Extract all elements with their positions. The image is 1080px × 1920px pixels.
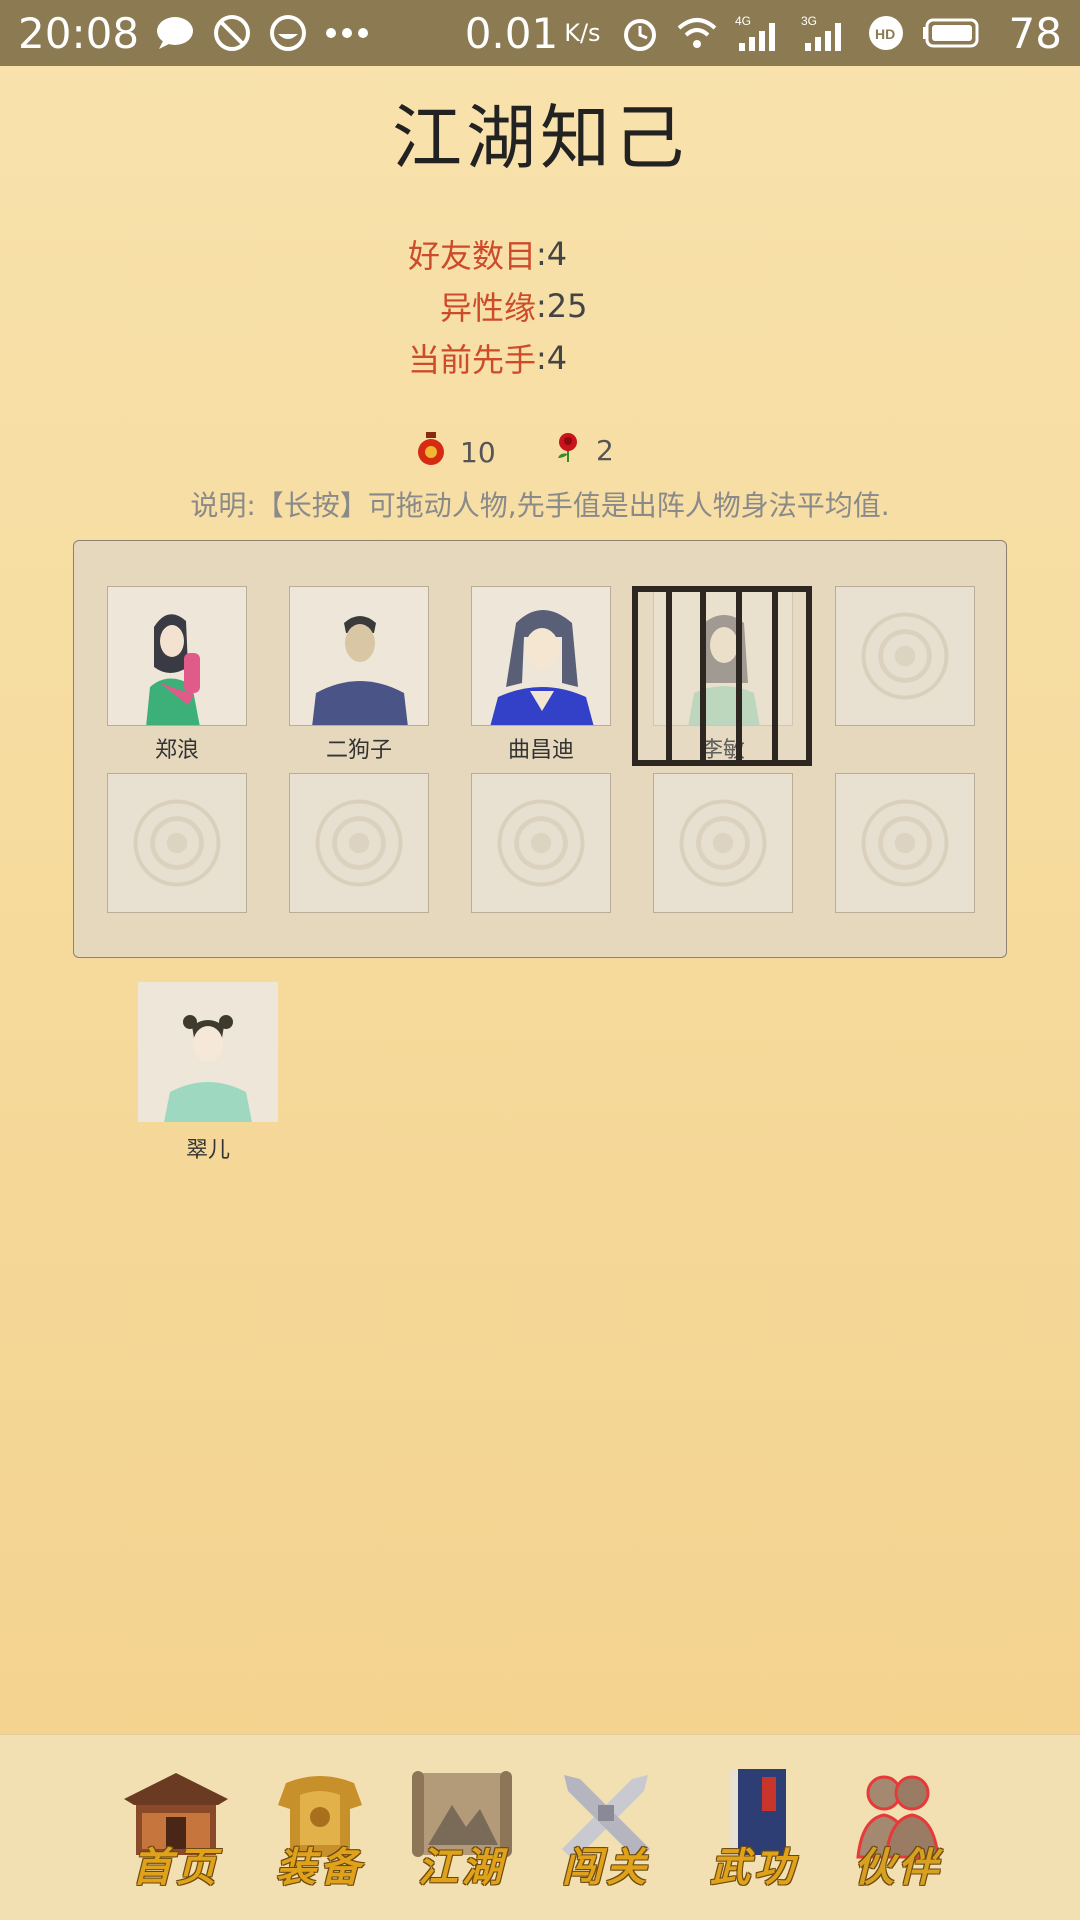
formation-name: 曲昌迪 xyxy=(507,738,574,763)
formation-slot-10[interactable] xyxy=(835,773,975,913)
nav-martial-arts[interactable]: 武功 xyxy=(690,1765,818,1893)
svg-text:HD: HD xyxy=(875,26,895,42)
nav-companions[interactable]: 伙伴 xyxy=(834,1765,962,1893)
more-icon xyxy=(325,27,369,39)
nav-home[interactable]: 首页 xyxy=(112,1765,240,1893)
formation-slot-6[interactable] xyxy=(107,773,247,913)
rose-icon xyxy=(554,432,596,469)
formation-slot-3[interactable] xyxy=(471,586,611,726)
wifi-icon xyxy=(677,16,717,50)
alarm-icon xyxy=(621,14,659,52)
formation-slot-5[interactable] xyxy=(835,586,975,726)
portrait-cui-er xyxy=(138,982,278,1122)
nav-challenge[interactable]: 闯关 xyxy=(542,1765,670,1893)
instruction-text: 说明:【长按】可拖动人物,先手值是出阵人物身法平均值. xyxy=(190,489,890,522)
status-bar: 20:08 0.01 K/s 4G 3G HD 78 xyxy=(0,0,1080,66)
stat-charm: 异性缘:25 xyxy=(330,280,750,332)
message-icon xyxy=(155,15,195,51)
formation-name: 二狗子 xyxy=(325,738,392,763)
reserve-companion[interactable] xyxy=(138,982,278,1122)
stat-value: 4 xyxy=(546,339,568,377)
signal-4g-icon: 4G xyxy=(735,13,783,53)
stat-label: 当前先手 xyxy=(407,341,536,379)
hd-voice-icon: HD xyxy=(867,14,905,52)
battery-level: 78 xyxy=(1008,8,1062,58)
stat-label: 好友数目 xyxy=(407,237,536,275)
stat-value: 25 xyxy=(546,287,588,325)
portrait-zheng-lang xyxy=(108,587,246,725)
formation-slot-9[interactable] xyxy=(653,773,793,913)
friend-stats: 好友数目:4 异性缘:25 当前先手:4 xyxy=(330,228,750,384)
bottom-nav: 首页 装备 江湖 闯关 武功 伙伴 xyxy=(0,1734,1080,1920)
reserve-name: 翠儿 xyxy=(185,1138,230,1163)
formation-slot-8[interactable] xyxy=(471,773,611,913)
page-title: 江湖知己 xyxy=(392,97,688,179)
portrait-qu-changdi xyxy=(472,587,610,725)
portrait-er-gouzi xyxy=(290,587,428,725)
stat-friend-count: 好友数目:4 xyxy=(330,228,750,280)
rose-item[interactable]: 2 xyxy=(554,432,614,469)
app-notification-icon xyxy=(269,14,307,52)
rose-count: 2 xyxy=(596,434,614,467)
formation-name: 郑浪 xyxy=(154,738,199,763)
network-speed-unit: K/s xyxy=(564,19,601,47)
formation-panel: 郑浪 二狗子 曲昌迪 李敏 xyxy=(73,540,1007,958)
svg-text:3G: 3G xyxy=(801,14,817,28)
wine-item[interactable]: 10 xyxy=(416,432,496,473)
network-speed: 0.01 xyxy=(464,8,559,58)
battery-icon xyxy=(922,17,983,49)
stat-value: 4 xyxy=(546,235,568,273)
wine-jar-icon xyxy=(416,432,460,473)
locked-cage-icon xyxy=(632,586,812,766)
clock: 20:08 xyxy=(18,8,140,58)
stat-initiative: 当前先手:4 xyxy=(330,332,750,384)
stat-label: 异性缘 xyxy=(439,289,536,327)
formation-slot-7[interactable] xyxy=(289,773,429,913)
wine-count: 10 xyxy=(460,436,496,469)
svg-text:4G: 4G xyxy=(735,14,751,28)
nav-jianghu[interactable]: 江湖 xyxy=(398,1765,526,1893)
do-not-disturb-icon xyxy=(213,14,251,52)
formation-slot-1[interactable] xyxy=(107,586,247,726)
inventory-row: 10 2 xyxy=(0,432,1080,476)
signal-3g-icon: 3G xyxy=(801,13,849,53)
nav-equipment[interactable]: 装备 xyxy=(256,1765,384,1893)
formation-slot-2[interactable] xyxy=(289,586,429,726)
